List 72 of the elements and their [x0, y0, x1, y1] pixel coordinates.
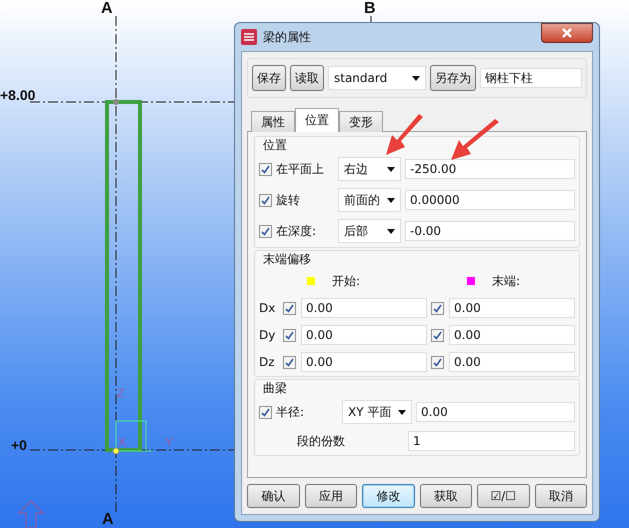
checkbox[interactable]	[259, 194, 272, 206]
field-label: 在深度:	[276, 222, 318, 240]
grid-label: B	[364, 1, 376, 17]
window-title: 梁的属性	[263, 28, 312, 46]
tab[interactable]: 属性	[251, 111, 295, 132]
value-field[interactable]: 0.00	[301, 352, 427, 372]
value-field[interactable]: 0.00	[449, 352, 575, 372]
checkbox[interactable]	[283, 302, 296, 314]
grid-label: A	[102, 512, 114, 528]
preset-dropdown[interactable]: standard	[328, 66, 426, 90]
axis-label: Y	[165, 436, 174, 448]
close-button[interactable]	[541, 23, 593, 43]
plane-dropdown[interactable]: XY 平面	[342, 400, 412, 424]
field-label: 旋转	[276, 192, 301, 208]
level-label: +0	[11, 438, 27, 452]
grid-line	[370, 16, 372, 22]
caret-icon	[387, 198, 395, 202]
axis-label: Dy	[259, 328, 276, 342]
option-dropdown[interactable]: 后部	[338, 219, 401, 243]
group-title: 末端偏移	[263, 251, 312, 268]
checkbox[interactable]	[431, 356, 444, 368]
value-field[interactable]: -250.00	[405, 159, 575, 179]
segments-field[interactable]: 1	[408, 431, 575, 451]
save-as-button[interactable]: 另存为	[430, 65, 476, 91]
field-label: 在平面上	[276, 160, 325, 178]
close-icon	[562, 28, 572, 38]
radius-field[interactable]: 0.00	[416, 402, 575, 422]
axis-label: Z	[117, 387, 124, 399]
option-dropdown[interactable]: 前面的	[338, 188, 401, 212]
value-field[interactable]: 0.00	[301, 325, 427, 345]
checkbox[interactable]	[283, 356, 296, 368]
field-label: 半径:	[276, 404, 306, 420]
tab[interactable]: 变形	[339, 111, 383, 132]
checkbox[interactable]	[259, 162, 272, 176]
field-label: 段的份数	[296, 432, 346, 450]
value-field[interactable]: 0.00	[301, 298, 427, 318]
axis-label: Dx	[259, 301, 276, 315]
value-field[interactable]: 0.00000	[405, 190, 575, 210]
value-field[interactable]: 0.00	[449, 325, 575, 345]
group-title: 曲梁	[263, 380, 288, 397]
app-icon	[241, 29, 257, 45]
option-dropdown[interactable]: 右边	[338, 157, 401, 181]
checkbox[interactable]	[431, 328, 444, 342]
dialog-button[interactable]: 获取	[420, 484, 472, 508]
level-label: +8.00	[0, 88, 36, 102]
value-field[interactable]: -0.00	[405, 221, 575, 241]
dialog-button[interactable]: ☑/☐	[477, 484, 530, 508]
arrow-drawing	[385, 113, 425, 157]
checkbox[interactable]	[259, 224, 272, 238]
column-label: 末端:	[492, 272, 520, 290]
dialog-button[interactable]: 取消	[534, 484, 587, 508]
caret-icon	[387, 228, 395, 234]
caret-icon	[412, 76, 420, 80]
tab[interactable]: 位置	[295, 108, 339, 132]
checkbox[interactable]	[259, 406, 272, 418]
caret-icon	[387, 166, 395, 172]
load-button[interactable]: 读取	[290, 65, 324, 91]
column-label: 开始:	[332, 272, 360, 290]
checkbox[interactable]	[431, 302, 444, 314]
group-title: 位置	[263, 137, 288, 154]
value-field[interactable]: 0.00	[449, 298, 575, 318]
grid-label: A	[101, 1, 113, 17]
dialog-button[interactable]: 应用	[304, 484, 357, 508]
caret-icon	[398, 410, 406, 414]
dialog-button[interactable]: 修改	[362, 484, 414, 508]
checkbox[interactable]	[283, 328, 296, 342]
name-field[interactable]: 钢柱下柱	[480, 68, 582, 88]
save-button[interactable]: 保存	[252, 65, 286, 91]
arrow-icon	[18, 500, 44, 528]
axis-label: X	[118, 436, 126, 448]
axis-label: Dz	[259, 355, 276, 369]
dialog-button[interactable]: 确认	[247, 484, 300, 508]
